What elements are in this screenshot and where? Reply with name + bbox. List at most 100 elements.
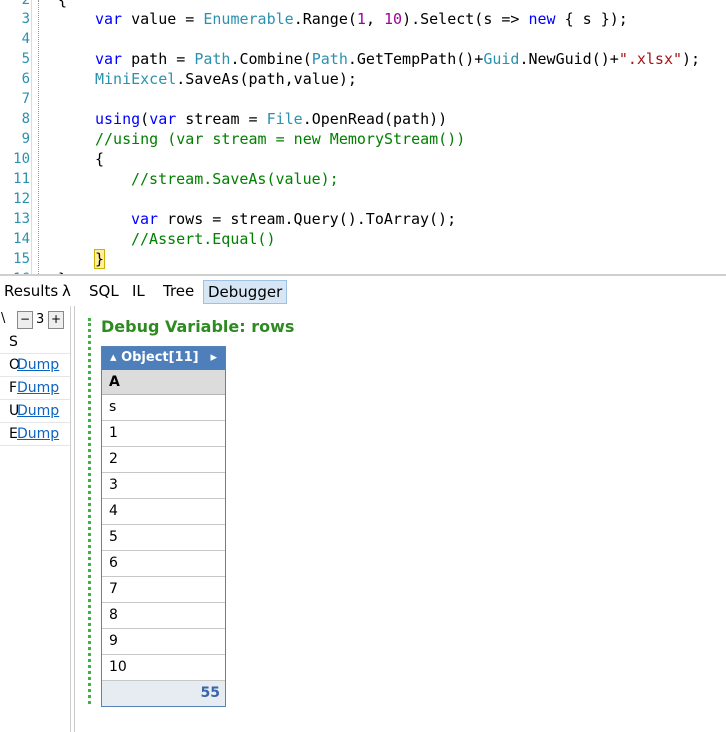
code-line: MiniExcel.SaveAs(path,value); — [95, 69, 357, 89]
code-token: .Combine( — [230, 50, 312, 68]
code-line: { — [58, 0, 68, 9]
line-number: 4 — [21, 31, 30, 47]
tab-sql[interactable]: SQL — [85, 280, 123, 302]
collapse-up-icon: ▴ — [110, 350, 122, 365]
fold-guide — [38, 0, 40, 274]
code-token: rows = stream.Query().ToArray(); — [158, 210, 457, 228]
code-token: path = — [122, 50, 195, 68]
code-line: //Assert.Equal() — [131, 230, 276, 248]
code-token: Enumerable — [203, 10, 294, 28]
code-line: using(var stream = File.OpenRead(path)) — [95, 109, 447, 129]
table-cell: 7 — [102, 577, 225, 603]
line-number: 11 — [13, 171, 30, 187]
code-token: Path — [194, 50, 231, 68]
line-number: 14 — [13, 231, 30, 247]
line-number: 9 — [21, 131, 30, 147]
code-line: var rows = stream.Query().ToArray(); — [131, 209, 456, 229]
code-line: var value = Enumerable.Range(1, 10).Sele… — [95, 9, 628, 29]
line-number-gutter: 2 3 4 5 6 7 8 9 10 11 12 13 14 15 16 — [0, 0, 32, 274]
tab-il[interactable]: IL — [128, 280, 149, 302]
tab-tree[interactable]: Tree — [159, 280, 198, 302]
dump-link[interactable]: Dump — [17, 400, 59, 422]
table-cell: 2 — [102, 447, 225, 473]
line-number: 3 — [21, 11, 30, 27]
list-item: E Dump — [0, 423, 70, 446]
stepper-prefix: \ — [1, 311, 6, 326]
table-cell: 8 — [102, 603, 225, 629]
code-token: Guid — [483, 50, 520, 68]
line-number: 7 — [21, 91, 30, 107]
line-number: 15 — [13, 251, 30, 267]
expand-button[interactable]: + — [48, 311, 64, 329]
list-header: S — [0, 331, 70, 354]
left-panel: \ − 3 + S O Dump F Dump U Dump E Dump — [0, 306, 71, 732]
code-token: var — [149, 110, 177, 128]
column-header: A — [102, 370, 225, 395]
depth-stepper: \ − 3 + — [0, 311, 70, 331]
matched-brace: } — [93, 249, 106, 269]
code-token: ".xlsx" — [618, 50, 683, 68]
code-editor[interactable]: 2 3 4 5 6 7 8 9 10 11 12 13 14 15 16 { v… — [0, 0, 726, 274]
table-cell: 5 — [102, 525, 225, 551]
code-line: var path = Path.Combine(Path.GetTempPath… — [95, 49, 700, 69]
line-number: 5 — [21, 51, 30, 67]
code-token: .SaveAs(path,value); — [176, 70, 357, 88]
line-number: 8 — [21, 111, 30, 127]
code-token: , — [365, 10, 384, 28]
result-table: ▴ Object[11] ▸ A s 1 2 3 4 5 6 7 8 9 10 … — [101, 346, 226, 707]
tab-debugger[interactable]: Debugger — [203, 280, 288, 304]
code-token: stream = — [176, 110, 267, 128]
list-item-prefix: F — [9, 380, 18, 396]
code-token: File — [266, 110, 303, 128]
tab-results[interactable]: Results — [0, 280, 62, 302]
table-cell: 4 — [102, 499, 225, 525]
code-token: var — [95, 10, 123, 28]
table-cell: 9 — [102, 629, 225, 655]
code-token: ); — [682, 50, 701, 68]
table-type: Object[11] — [121, 350, 199, 365]
list-item: F Dump — [0, 377, 70, 400]
line-number: 13 — [13, 211, 30, 227]
line-number: 12 — [13, 191, 30, 207]
code-token: .NewGuid()+ — [519, 50, 619, 68]
table-cell: 10 — [102, 655, 225, 681]
column-total: 55 — [102, 681, 225, 706]
code-token: ).Select(s => — [402, 10, 529, 28]
line-number: 10 — [13, 151, 30, 167]
code-token: MiniExcel — [95, 70, 177, 88]
code-token: .OpenRead(path)) — [302, 110, 448, 128]
dump-link[interactable]: Dump — [17, 354, 59, 376]
table-cell: 1 — [102, 421, 225, 447]
table-header[interactable]: ▴ Object[11] ▸ — [102, 347, 225, 370]
dump-link[interactable]: Dump — [17, 423, 59, 445]
code-token: var — [131, 210, 159, 228]
list-header-label: S — [9, 334, 18, 350]
code-token: Path — [311, 50, 348, 68]
dump-link[interactable]: Dump — [17, 377, 59, 399]
depth-value: 3 — [36, 312, 45, 327]
code-token: .Range( — [293, 10, 357, 28]
expand-right-icon[interactable]: ▸ — [210, 350, 217, 365]
output-tabs: Results λ SQL IL Tree Debugger — [0, 276, 726, 306]
table-cell: 3 — [102, 473, 225, 499]
tab-lambda[interactable]: λ — [58, 280, 75, 302]
table-cell: s — [102, 395, 225, 421]
table-header-label: ▴ Object[11] — [110, 350, 199, 365]
vertical-splitter[interactable] — [74, 306, 75, 732]
code-line: } — [93, 249, 106, 269]
list-item: O Dump — [0, 354, 70, 377]
list-item: U Dump — [0, 400, 70, 423]
code-line: //using (var stream = new MemoryStream()… — [95, 130, 466, 148]
debug-variable-title: Debug Variable: rows — [101, 317, 295, 336]
debug-output-border — [88, 318, 95, 704]
code-token: .GetTempPath()+ — [347, 50, 484, 68]
collapse-button[interactable]: − — [17, 311, 33, 329]
code-token: ( — [140, 110, 150, 128]
code-line: { — [95, 150, 105, 168]
code-token: value = — [122, 10, 204, 28]
code-token: new — [528, 10, 556, 28]
code-line: //stream.SaveAs(value); — [131, 170, 339, 188]
code-token: 1 — [356, 10, 366, 28]
code-token: var — [95, 50, 123, 68]
table-cell: 6 — [102, 551, 225, 577]
